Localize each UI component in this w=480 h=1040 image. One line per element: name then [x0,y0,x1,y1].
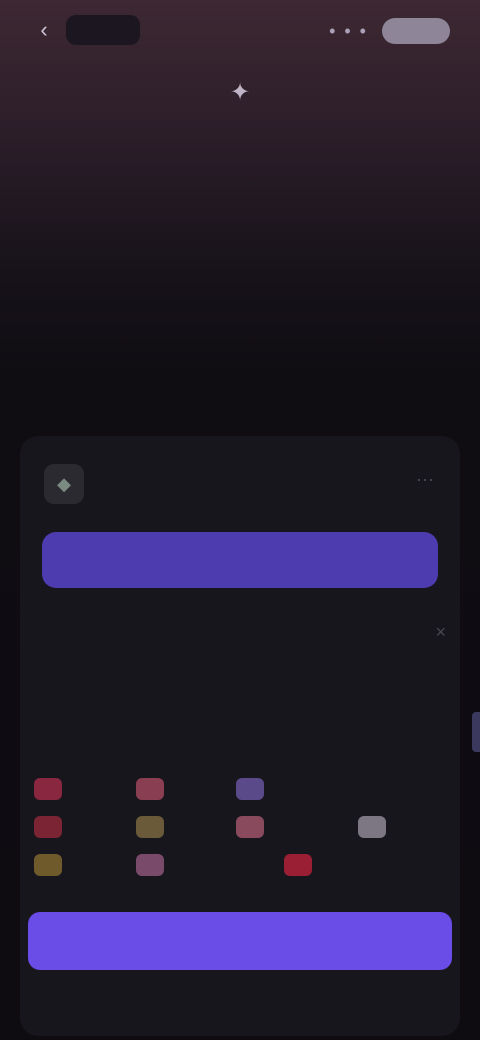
hero: ✦ [0,78,480,123]
payment-method[interactable] [284,850,320,880]
checkout-card: ◆ ⋯ × [20,436,460,1036]
chevron-left-icon: ‹ [40,17,48,42]
spark-icon: ✦ [229,79,251,106]
payment-method[interactable] [136,812,172,842]
card-icon [236,816,264,838]
side-drawer-handle[interactable] [472,712,480,752]
back-button[interactable]: ‹ [30,16,58,44]
close-icon[interactable]: × [435,622,446,643]
card-icon [34,778,62,800]
payment-method[interactable] [34,812,70,842]
more-options-icon[interactable]: ⋯ [416,470,434,491]
payment-method[interactable] [358,812,394,842]
card-icon [136,816,164,838]
wallet-icon: ◆ [44,464,84,504]
continue-button[interactable] [28,912,452,970]
payment-method[interactable] [34,774,70,804]
payment-method[interactable] [236,774,272,804]
card-icon [136,778,164,800]
more-icon[interactable]: • • • [329,21,368,42]
top-bar-actions: • • • [329,18,450,44]
account-chip[interactable] [382,18,450,44]
payment-method[interactable] [236,812,272,842]
card-icon [136,854,164,876]
card-icon [34,854,62,876]
primary-button[interactable] [42,532,438,588]
card-icon [236,778,264,800]
card-icon [284,854,312,876]
card-icon [34,816,62,838]
card-icon [358,816,386,838]
payment-method[interactable] [136,774,172,804]
account-row[interactable]: ◆ ⋯ [44,460,436,508]
payment-method[interactable] [34,850,70,880]
top-bar: ‹ • • • [0,0,480,62]
payment-method[interactable] [136,850,172,880]
brand-logo [66,15,140,45]
